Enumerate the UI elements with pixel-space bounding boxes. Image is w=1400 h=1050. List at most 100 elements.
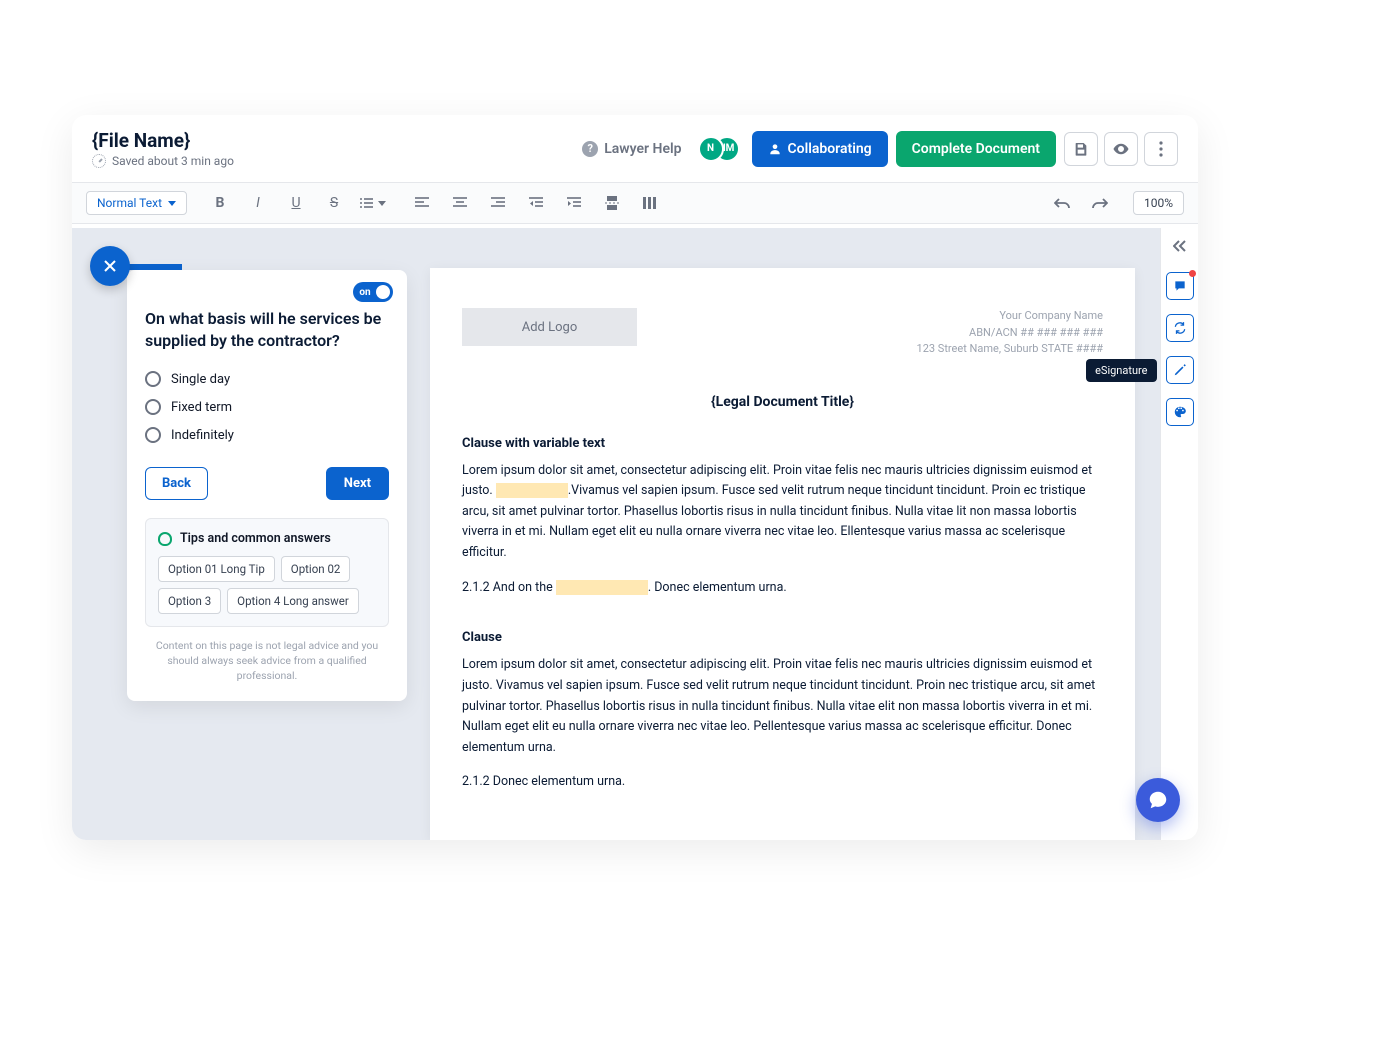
tip-chip[interactable]: Option 02 [281,556,351,582]
save-button[interactable] [1064,132,1098,166]
chat-icon [1147,789,1169,811]
comment-icon [1173,279,1187,293]
kebab-icon [1159,141,1163,157]
radio-icon [145,399,161,415]
italic-icon: I [256,195,260,211]
variable-placeholder[interactable] [556,580,648,595]
page-break-icon [605,196,619,210]
tip-chip[interactable]: Option 3 [158,588,221,614]
theme-button[interactable] [1166,398,1194,426]
text-style-label: Normal Text [97,196,162,210]
document-header: Add Logo Your Company Name ABN/ACN ## ##… [462,308,1103,358]
company-block: Your Company Name ABN/ACN ## ### ### ###… [917,308,1103,358]
clause-title: Clause with variable text [462,436,1103,451]
workspace: on On what basis will he services be sup… [72,228,1160,840]
bold-button[interactable]: B [203,189,237,217]
indent-icon [567,197,581,209]
panel-toggle[interactable]: on [353,282,393,302]
align-right-button[interactable] [481,189,515,217]
saved-status: Saved about 3 min ago [92,154,234,168]
bold-icon: B [216,195,225,211]
radio-icon [145,427,161,443]
avatar: N [698,136,724,162]
tips-card: Tips and common answers Option 01 Long T… [145,518,389,627]
text-style-select[interactable]: Normal Text [86,191,187,215]
align-right-icon [491,197,505,209]
clause-paragraph: Lorem ipsum dolor sit amet, consectetur … [462,655,1103,758]
close-icon [103,259,117,273]
align-center-icon [453,197,467,209]
indent-button[interactable] [557,189,591,217]
underline-icon: U [291,195,300,211]
toggle-label: on [356,287,376,298]
lawyer-help-label: Lawyer Help [604,141,681,157]
option-fixed-term[interactable]: Fixed term [145,393,389,421]
toggle-knob [376,285,390,299]
option-single-day[interactable]: Single day [145,365,389,393]
next-button[interactable]: Next [326,467,389,500]
tip-chip[interactable]: Option 4 Long answer [227,588,359,614]
list-button[interactable] [355,189,389,217]
list-icon [359,197,373,209]
tips-heading-label: Tips and common answers [180,531,331,546]
esignature-tooltip: eSignature [1086,359,1156,382]
add-logo-button[interactable]: Add Logo [462,308,637,346]
back-button[interactable]: Back [145,467,208,500]
option-indefinitely[interactable]: Indefinitely [145,421,389,449]
app-window: {File Name} Saved about 3 min ago ? Lawy… [72,115,1198,840]
chevron-down-icon [168,201,176,206]
columns-button[interactable] [633,189,667,217]
collaborator-avatars[interactable]: N HM [698,136,740,162]
option-label: Single day [171,372,230,387]
lawyer-help-link[interactable]: ? Lawyer Help [582,141,681,157]
disclaimer-text: Content on this page is not legal advice… [145,639,389,683]
zoom-level[interactable]: 100% [1133,191,1184,215]
esignature-button[interactable]: eSignature [1166,356,1194,384]
outdent-button[interactable] [519,189,553,217]
clause-title: Clause [462,630,1103,645]
clause-text: 2.1.2 And on the [462,580,556,595]
document-page[interactable]: Add Logo Your Company Name ABN/ACN ## ##… [430,268,1135,840]
chevron-down-icon [378,201,386,206]
clause-paragraph: 2.1.2 Donec elementum urna. [462,772,1103,793]
lightbulb-icon [158,532,172,546]
eye-icon [1112,140,1130,158]
align-left-button[interactable] [405,189,439,217]
underline-button[interactable]: U [279,189,313,217]
chevron-double-left-icon [1173,240,1187,252]
formatting-toolbar: Normal Text B I U S 100% [72,183,1198,224]
align-left-icon [415,197,429,209]
variable-placeholder[interactable] [496,483,568,498]
redo-icon [1092,197,1108,209]
strike-icon: S [330,195,338,211]
close-panel-button[interactable] [90,246,130,286]
more-menu-button[interactable] [1144,132,1178,166]
tip-chip[interactable]: Option 01 Long Tip [158,556,275,582]
saved-text: Saved about 3 min ago [112,154,234,168]
file-title: {File Name} [92,129,234,152]
file-info: {File Name} Saved about 3 min ago [92,129,234,168]
complete-document-button[interactable]: Complete Document [896,131,1056,167]
person-icon [768,142,782,156]
clause-text: . Donec elementum urna. [648,580,787,595]
collaborating-button[interactable]: Collaborating [752,131,888,167]
complete-label: Complete Document [912,141,1040,157]
align-center-button[interactable] [443,189,477,217]
page-break-button[interactable] [595,189,629,217]
header-bar: {File Name} Saved about 3 min ago ? Lawy… [72,115,1198,183]
strike-button[interactable]: S [317,189,351,217]
undo-icon [1054,197,1070,209]
chat-fab[interactable] [1136,778,1180,822]
redo-button[interactable] [1083,189,1117,217]
italic-button[interactable]: I [241,189,275,217]
preview-button[interactable] [1104,132,1138,166]
clause-paragraph: Lorem ipsum dolor sit amet, consectetur … [462,461,1103,564]
save-icon [1073,141,1089,157]
undo-button[interactable] [1045,189,1079,217]
tips-heading: Tips and common answers [158,531,376,546]
question-text: On what basis will he services be suppli… [145,308,389,351]
company-abn: ABN/ACN ## ### ### ### [917,325,1103,342]
comments-button[interactable] [1166,272,1194,300]
collapse-rail-button[interactable] [1168,234,1192,258]
find-replace-button[interactable] [1166,314,1194,342]
